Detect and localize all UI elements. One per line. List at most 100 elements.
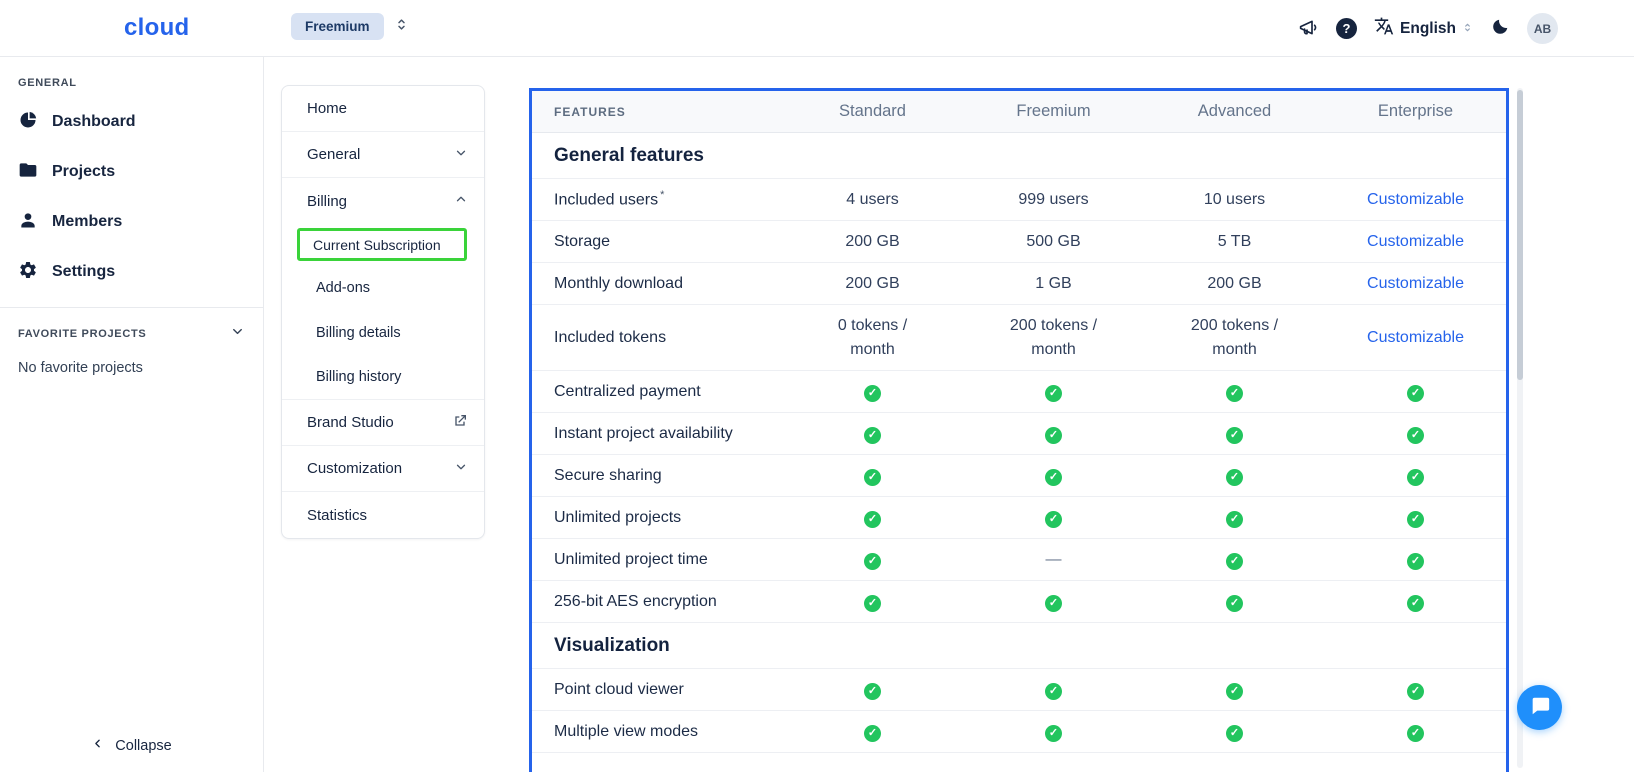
feature-value-cell: ✓ [782, 590, 963, 614]
language-selector[interactable]: English [1374, 16, 1473, 41]
feature-value-cell: ✓ [963, 422, 1144, 446]
feature-value-cell: 10 users [1144, 188, 1325, 212]
person-icon [18, 210, 38, 235]
favorite-projects-header[interactable]: FAVORITE PROJECTS [0, 312, 263, 356]
highlight-box: Current Subscription [297, 228, 467, 261]
check-icon: ✓ [1226, 511, 1243, 528]
feature-label: Point cloud viewer [532, 681, 782, 699]
favorites-empty-text: No favorite projects [0, 356, 263, 380]
feature-value-cell: 5 TB [1144, 230, 1325, 254]
sidebar-item-label: Settings [52, 263, 115, 281]
table-section-row: General features [532, 133, 1506, 179]
section-title: General features [554, 145, 704, 167]
customizable-link[interactable]: Customizable [1367, 329, 1464, 346]
dark-mode-toggle[interactable] [1490, 17, 1510, 40]
collapse-label: Collapse [115, 738, 171, 754]
sidebar-item-settings[interactable]: Settings [0, 247, 263, 297]
announcements-button[interactable] [1298, 17, 1319, 41]
subnav-item-customization[interactable]: Customization [282, 446, 484, 492]
check-icon: ✓ [1045, 683, 1062, 700]
table-scrollbar-track[interactable] [1517, 88, 1523, 768]
check-icon: ✓ [1226, 553, 1243, 570]
check-icon: ✓ [864, 385, 881, 402]
sidebar: GENERAL Dashboard Projects Members [0, 57, 264, 772]
feature-value-cell: ✓ [782, 506, 963, 530]
dashboard-icon [18, 110, 38, 135]
plan-selector[interactable]: Freemium [291, 13, 409, 40]
feature-value-cell: 500 GB [963, 230, 1144, 254]
subnav-item-label: Billing details [316, 325, 401, 341]
check-icon: ✓ [1045, 511, 1062, 528]
main-content: FEATURES Standard Freemium Advanced Ente… [529, 57, 1634, 772]
feature-value-cell: Customizable [1325, 326, 1506, 350]
check-icon: ✓ [1226, 683, 1243, 700]
feature-value-cell: ✓ [963, 678, 1144, 702]
check-icon: ✓ [1226, 725, 1243, 742]
subnav-item-billing-history[interactable]: Billing history [282, 355, 484, 400]
megaphone-icon [1298, 17, 1319, 41]
table-row: Monthly download 200 GB1 GB200 GBCustomi… [532, 263, 1506, 305]
table-scrollbar-thumb[interactable] [1517, 90, 1523, 380]
sidebar-item-label: Dashboard [52, 113, 136, 131]
check-icon: ✓ [864, 469, 881, 486]
subnav-item-label: Add-ons [316, 280, 370, 296]
check-icon: ✓ [1226, 469, 1243, 486]
feature-value-cell: ✓ [782, 548, 963, 572]
section-title: Visualization [554, 635, 670, 657]
subnav-item-billing[interactable]: Billing [282, 178, 484, 224]
check-icon: ✓ [1407, 725, 1424, 742]
customizable-link[interactable]: Customizable [1367, 275, 1464, 292]
feature-value-cell: 200 tokens / month [963, 314, 1144, 362]
table-row: Unlimited projects ✓ ✓ ✓ ✓ [532, 497, 1506, 539]
customizable-link[interactable]: Customizable [1367, 233, 1464, 250]
subnav-item-statistics[interactable]: Statistics [282, 492, 484, 538]
subnav-item-label: Current Subscription [313, 237, 441, 253]
collapse-sidebar-button[interactable]: Collapse [0, 737, 263, 754]
feature-value-cell: ✓ [1144, 720, 1325, 744]
feature-value-cell: ✓ [1144, 548, 1325, 572]
feature-label: Unlimited projects [532, 509, 782, 527]
subnav-item-home[interactable]: Home [282, 86, 484, 132]
check-icon: ✓ [1226, 595, 1243, 612]
feature-value-cell: ✓ [963, 720, 1144, 744]
language-label[interactable]: English [1400, 20, 1456, 38]
external-link-icon [452, 413, 468, 433]
subnav-item-current-subscription[interactable]: Current Subscription [282, 224, 484, 265]
feature-value-cell: ✓ [963, 590, 1144, 614]
table-row: Multiple view modes ✓✓✓✓ [532, 711, 1506, 753]
check-icon: ✓ [1407, 469, 1424, 486]
subnav-item-brand-studio[interactable]: Brand Studio [282, 400, 484, 446]
sidebar-item-members[interactable]: Members [0, 197, 263, 247]
feature-value-cell: ✓ [1325, 678, 1506, 702]
plan-badge[interactable]: Freemium [291, 13, 384, 40]
check-icon: ✓ [1407, 385, 1424, 402]
subnav-item-addons[interactable]: Add-ons [282, 265, 484, 310]
chat-launcher-button[interactable] [1517, 685, 1562, 730]
chevron-updown-small-icon [1462, 20, 1473, 38]
feature-label: Monthly download [532, 275, 782, 293]
chevron-down-icon[interactable] [230, 324, 245, 344]
feature-value-cell: ✓ [782, 422, 963, 446]
customizable-link[interactable]: Customizable [1367, 191, 1464, 208]
app-root: cloud Freemium ? English [0, 0, 1634, 772]
app-logo[interactable]: cloud [124, 14, 190, 42]
feature-value-cell: ✓ [1325, 506, 1506, 530]
chevron-updown-icon[interactable] [394, 17, 409, 37]
sidebar-item-dashboard[interactable]: Dashboard [0, 97, 263, 147]
help-button[interactable]: ? [1336, 18, 1357, 39]
table-row: Instant project availability ✓✓✓✓ [532, 413, 1506, 455]
subnav-item-general[interactable]: General [282, 132, 484, 178]
chevron-down-icon [454, 146, 468, 164]
user-avatar[interactable]: AB [1527, 13, 1558, 44]
sidebar-item-projects[interactable]: Projects [0, 147, 263, 197]
feature-value-cell: 200 GB [1144, 272, 1325, 296]
feature-label: 256-bit AES encryption [532, 593, 782, 611]
feature-value-cell: ✓ [963, 380, 1144, 404]
sidebar-section-general: GENERAL [0, 67, 263, 97]
gear-icon [18, 260, 38, 285]
subnav-item-billing-details[interactable]: Billing details [282, 310, 484, 355]
sidebar-divider [0, 307, 263, 308]
not-included-dash: — [963, 548, 1144, 572]
feature-value-cell: 200 GB [782, 230, 963, 254]
feature-label: Multiple view modes [532, 723, 782, 741]
